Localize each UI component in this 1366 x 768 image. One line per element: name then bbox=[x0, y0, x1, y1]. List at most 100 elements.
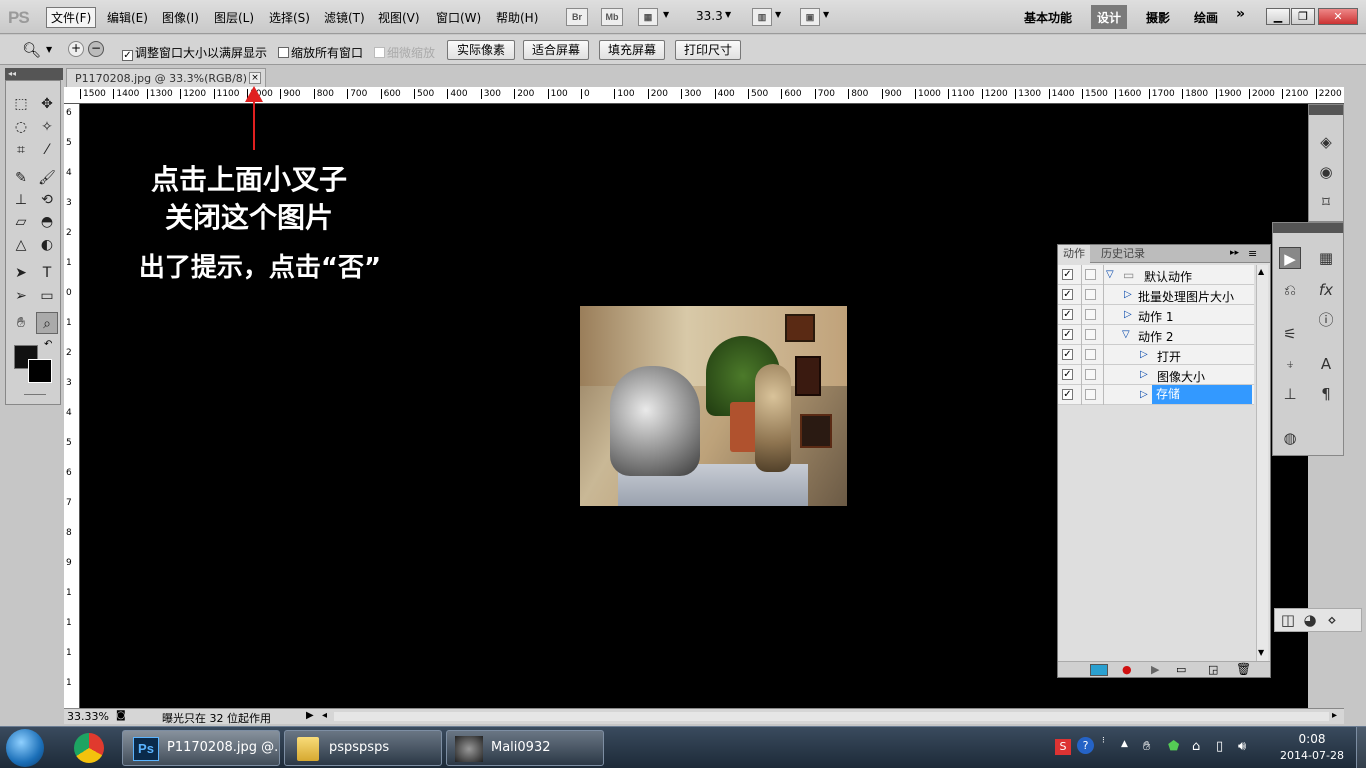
zoom-tool-icon[interactable]: 🔍︎ bbox=[22, 41, 41, 59]
tab-actions[interactable]: 动作 bbox=[1058, 245, 1090, 263]
swap-colors-icon[interactable]: ↶ bbox=[44, 339, 52, 350]
panel-menu-icon[interactable]: ≡ bbox=[1248, 247, 1257, 260]
check-icon[interactable]: ✓ bbox=[1062, 389, 1073, 400]
dialog-toggle[interactable] bbox=[1085, 309, 1096, 320]
paint-bucket-icon[interactable]: ◓ bbox=[36, 211, 58, 233]
menu-view[interactable]: 视图(V) bbox=[378, 9, 420, 26]
action-row[interactable]: ✓ ▷ 批量处理图片大小 bbox=[1058, 285, 1254, 305]
check-icon[interactable]: ✓ bbox=[1062, 269, 1073, 280]
zoom-tool-active-icon[interactable]: ⌕ bbox=[36, 312, 58, 334]
paragraph-icon[interactable]: ¶ bbox=[1315, 383, 1337, 405]
arrange-dropdown-icon[interactable]: ▼ bbox=[775, 10, 781, 19]
eraser-tool-icon[interactable]: ▱ bbox=[10, 211, 32, 233]
adjustments-icon[interactable]: ⚟ bbox=[1279, 323, 1301, 345]
tool-presets-icon[interactable]: ◍ bbox=[1279, 427, 1301, 449]
fill-screen-button[interactable]: 填充屏幕 bbox=[599, 40, 665, 60]
screen-mode-dropdown-icon[interactable]: ▼ bbox=[823, 10, 829, 19]
check-icon[interactable]: ✓ bbox=[1062, 309, 1073, 320]
mini-bridge-button[interactable]: Mb bbox=[601, 8, 623, 26]
zoom-all-windows-checkbox[interactable]: 缩放所有窗口 bbox=[278, 44, 363, 61]
zoom-out-icon[interactable]: − bbox=[88, 41, 104, 57]
type-tool-icon[interactable]: T bbox=[36, 262, 58, 284]
show-desktop-button[interactable] bbox=[1356, 727, 1366, 768]
brush-tool-icon[interactable]: 🖌︎ bbox=[36, 167, 58, 189]
scroll-left-icon[interactable]: ◂ bbox=[322, 710, 327, 721]
menu-window[interactable]: 窗口(W) bbox=[436, 9, 481, 26]
expand-down-icon[interactable]: ▽ bbox=[1106, 269, 1114, 280]
help-icon[interactable]: ? bbox=[1077, 737, 1094, 754]
bridge-button[interactable]: Br bbox=[566, 8, 588, 26]
menu-image[interactable]: 图像(I) bbox=[162, 9, 199, 26]
direct-selection-icon[interactable]: ➢ bbox=[10, 285, 32, 307]
chrome-icon[interactable] bbox=[74, 733, 104, 763]
delete-icon[interactable]: 🗑︎ bbox=[1236, 662, 1251, 676]
volume-icon[interactable]: 🔊︎ bbox=[1238, 739, 1246, 754]
character-icon[interactable]: A bbox=[1315, 353, 1337, 375]
scroll-down-icon[interactable]: ▼ bbox=[1258, 648, 1264, 657]
scroll-right-icon[interactable]: ▸ bbox=[1332, 710, 1337, 721]
history-brush-icon[interactable]: ⟲ bbox=[36, 189, 58, 211]
menu-select[interactable]: 选择(S) bbox=[269, 9, 310, 26]
dock-header[interactable] bbox=[1273, 223, 1343, 233]
3d-icon[interactable]: ◕ bbox=[1299, 609, 1321, 631]
action-set-row[interactable]: ✓ ▽ ▭ 默认动作 bbox=[1058, 265, 1254, 285]
action-step-row[interactable]: ✓ ▷ 图像大小 bbox=[1058, 365, 1254, 385]
expand-right-icon[interactable]: ▷ bbox=[1124, 289, 1132, 300]
action-row[interactable]: ✓ ▷ 动作 1 bbox=[1058, 305, 1254, 325]
actions-play-icon[interactable]: ▶ bbox=[1279, 247, 1301, 269]
paths-icon[interactable]: ⌑ bbox=[1315, 191, 1337, 213]
hand-tool-icon[interactable]: ✋︎ bbox=[10, 312, 32, 334]
history-icon[interactable]: ⎌ bbox=[1279, 279, 1301, 301]
close-button[interactable]: ✕ bbox=[1318, 8, 1358, 25]
clone-stamp-icon[interactable]: ⊥ bbox=[10, 189, 32, 211]
workspace-photography[interactable]: 摄影 bbox=[1146, 9, 1170, 26]
dodge-tool-icon[interactable]: ◐ bbox=[36, 234, 58, 256]
play-icon[interactable]: ▶ bbox=[1151, 663, 1159, 676]
network-icon[interactable]: ⌂ bbox=[1192, 739, 1200, 754]
brush-presets-icon[interactable]: ⍖ bbox=[1279, 353, 1301, 375]
taskbar-item-photoshop[interactable]: Ps P1170208.jpg @... bbox=[122, 730, 280, 766]
check-icon[interactable]: ✓ bbox=[1062, 369, 1073, 380]
workspace-more-icon[interactable]: » bbox=[1236, 6, 1245, 22]
document-close-icon[interactable]: × bbox=[249, 72, 261, 84]
action-row[interactable]: ✓ ▽ 动作 2 bbox=[1058, 325, 1254, 345]
layers-icon[interactable]: ◈ bbox=[1315, 131, 1337, 153]
devices-icon[interactable]: ▯ bbox=[1216, 739, 1223, 754]
zoom-percentage[interactable]: 33.33% bbox=[67, 710, 109, 723]
magic-wand-icon[interactable]: ✧ bbox=[36, 116, 58, 138]
clock-time[interactable]: 0:08 bbox=[1282, 732, 1342, 746]
workspace-essentials[interactable]: 基本功能 bbox=[1024, 9, 1072, 26]
dialog-toggle[interactable] bbox=[1085, 289, 1096, 300]
tray-app-icon[interactable]: ✋︎ bbox=[1143, 739, 1150, 754]
workspace-painting[interactable]: 绘画 bbox=[1194, 9, 1218, 26]
workspace-design[interactable]: 设计 bbox=[1091, 5, 1128, 29]
status-menu-arrow-icon[interactable]: ▶ bbox=[306, 710, 314, 721]
dialog-toggle[interactable] bbox=[1085, 389, 1096, 400]
taskbar-item-folder[interactable]: pspspsps bbox=[284, 730, 442, 766]
action-step-row[interactable]: ✓ ▷ 打开 bbox=[1058, 345, 1254, 365]
keyboard-icon[interactable]: ⁝ bbox=[1102, 736, 1105, 746]
dialog-toggle[interactable] bbox=[1085, 349, 1096, 360]
expand-right-icon[interactable]: ▷ bbox=[1140, 349, 1148, 360]
show-hidden-icons[interactable]: ▲ bbox=[1121, 739, 1128, 749]
healing-brush-icon[interactable]: ✎ bbox=[10, 167, 32, 189]
dialog-toggle[interactable] bbox=[1085, 329, 1096, 340]
check-icon[interactable]: ✓ bbox=[1062, 289, 1073, 300]
expand-down-icon[interactable]: ▽ bbox=[1122, 329, 1130, 340]
swatches-icon[interactable]: ▦ bbox=[1315, 247, 1337, 269]
document-tab[interactable]: P1170208.jpg @ 33.3%(RGB/8) bbox=[66, 68, 266, 88]
security-icon[interactable]: ⬟ bbox=[1168, 739, 1179, 754]
stop-recording-icon[interactable] bbox=[1090, 664, 1108, 676]
taskbar-item-image[interactable]: Mali0932 bbox=[446, 730, 604, 766]
dialog-toggle[interactable] bbox=[1085, 369, 1096, 380]
print-size-button[interactable]: 打印尺寸 bbox=[675, 40, 741, 60]
new-action-icon[interactable]: ◲ bbox=[1208, 663, 1218, 676]
dialog-toggle[interactable] bbox=[1085, 269, 1096, 280]
action-step-row-selected[interactable]: ✓ ▷ 存储 bbox=[1058, 385, 1254, 405]
menu-layer[interactable]: 图层(L) bbox=[214, 9, 254, 26]
tab-history[interactable]: 历史记录 bbox=[1096, 245, 1150, 263]
arrange-documents-icon[interactable]: ▥ bbox=[752, 8, 772, 26]
start-button[interactable] bbox=[6, 729, 44, 767]
crop-tool-icon[interactable]: ⌗ bbox=[10, 139, 32, 161]
toolbox-header[interactable]: ◂◂ bbox=[5, 68, 63, 80]
